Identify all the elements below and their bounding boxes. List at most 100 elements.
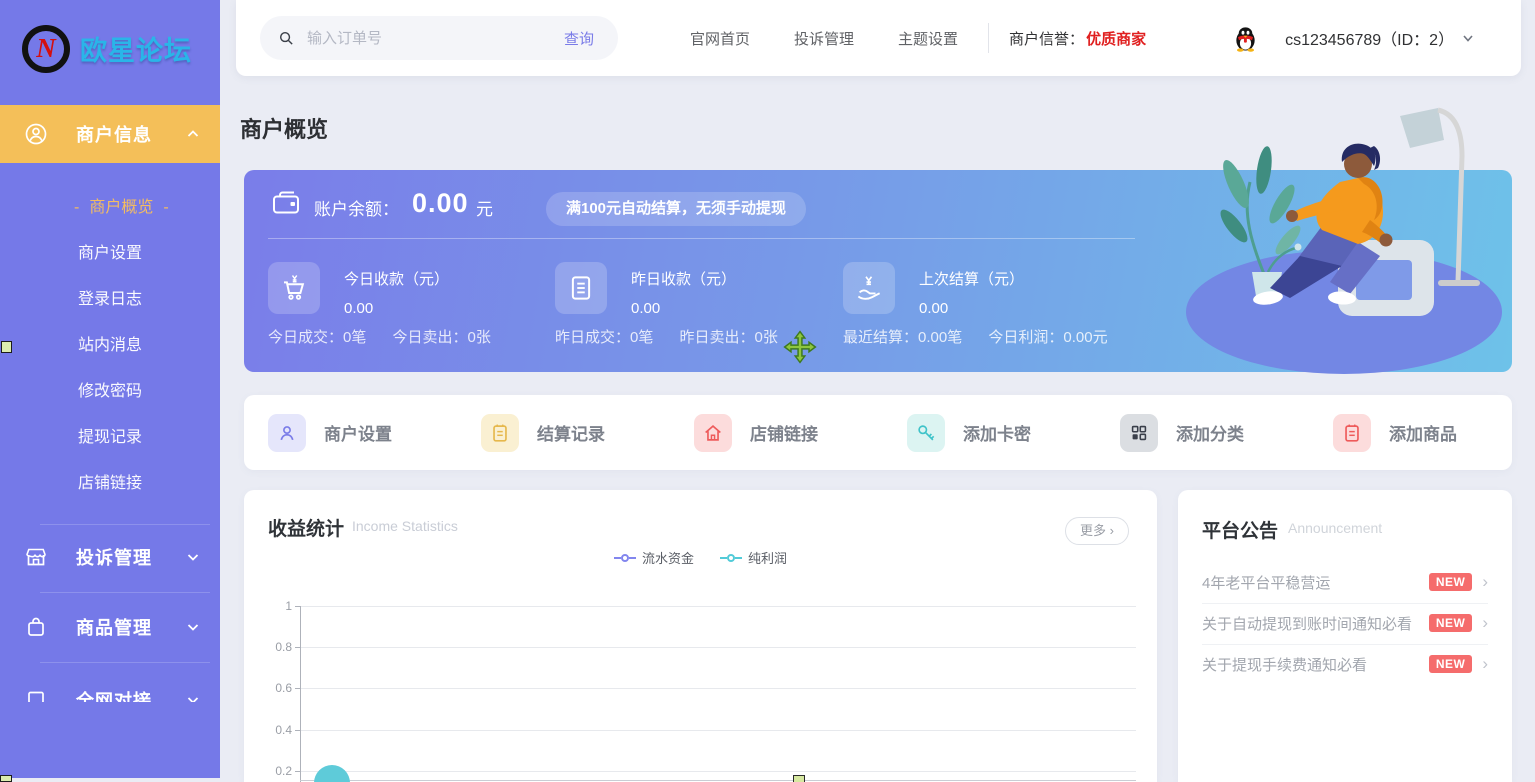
legend-net-profit[interactable]: 纯利润 [720,548,787,567]
announcement-item[interactable]: 关于提现手续费通知必看 NEW › [1202,644,1488,684]
quick-action-add-category[interactable]: 添加分类 [1120,395,1244,470]
y-axis-tick: 1 [244,599,292,613]
sidebar-item-site-messages[interactable]: 站内消息 [0,332,220,360]
sidebar-group-network[interactable]: 全网对接 [0,676,220,702]
sidebar-group-complaints[interactable]: 投诉管理 [0,536,220,578]
sidebar-divider [40,524,210,525]
hero-illustration [1172,104,1512,376]
line-marker-icon [720,554,742,562]
sidebar-item-merchant-settings[interactable]: 商户设置 [0,240,220,268]
quick-action-add-product[interactable]: 添加商品 [1333,395,1457,470]
announcements-title: 平台公告 [1202,516,1278,543]
document-icon [555,262,607,314]
sidebar-item-merchant-overview[interactable]: -商户概览- [0,194,220,222]
user-icon [268,414,306,452]
stat-value: 0.00 [631,300,851,317]
stat-label: 今日收款（元） [344,268,564,289]
chart-title: 收益统计 [268,514,344,541]
sidebar-item-withdraw-records[interactable]: 提现记录 [0,424,220,452]
quick-action-merchant-settings[interactable]: 商户设置 [268,395,392,470]
nav-complaints-link[interactable]: 投诉管理 [794,28,854,49]
sidebar-item-label: 提现记录 [78,429,142,446]
y-axis-tick: 0.6 [244,681,292,695]
sidebar-divider [40,662,210,663]
chevron-up-icon [186,127,200,141]
y-axis-tick: 0.8 [244,640,292,654]
stat-footer-text: 昨日成交：0笔 [555,329,653,346]
app-logo[interactable]: N 欧星论坛 [0,0,220,97]
quick-action-label: 添加卡密 [963,420,1031,445]
quick-actions-card: 商户设置 结算记录 店铺链接 添加卡密 添加分类 [244,395,1512,470]
balance-label: 账户余额： [314,195,399,220]
gridline [300,606,1136,607]
stat-footer-text: 昨日卖出：0张 [680,329,778,346]
stat-value: 0.00 [344,300,564,317]
stat-footer-text: 今日成交：0笔 [268,329,366,346]
stat-footer-yesterday: 昨日成交：0笔 昨日卖出：0张 [555,326,778,347]
income-statistics-card: 收益统计 Income Statistics 更多 › 流水资金 纯利润 1 0… [244,490,1157,782]
data-point-marker [314,765,350,782]
search-button[interactable]: 查询 [564,28,594,49]
sidebar-item-change-password[interactable]: 修改密码 [0,378,220,406]
gridline [300,688,1136,689]
sidebar-item-login-log[interactable]: 登录日志 [0,286,220,314]
new-badge: NEW [1429,614,1473,632]
y-axis [300,606,301,782]
auto-settle-notice: 满100元自动结算，无须手动提现 [546,192,806,226]
nav-home-link[interactable]: 官网首页 [690,28,750,49]
data-point-marker [793,775,805,782]
announcements-card: 平台公告 Announcement 4年老平台平稳营运 NEW › 关于自动提现… [1178,490,1512,782]
stat-footer-settlement: 最近结算：0.00笔 今日利润：0.00元 [843,326,1108,347]
grid-icon [1120,414,1158,452]
new-badge: NEW [1429,655,1473,673]
wallet-icon [272,190,300,216]
sidebar-group-products[interactable]: 商品管理 [0,606,220,648]
reputation-badge: 优质商家 [1086,28,1146,49]
plant-illustration [1216,145,1304,301]
sidebar-item-shop-link[interactable]: 店铺链接 [0,470,220,498]
legend-flow-funds[interactable]: 流水资金 [614,548,694,567]
brand-title: 欧星论坛 [80,29,192,68]
avatar[interactable] [1232,25,1259,52]
chevron-down-icon[interactable] [1462,32,1474,44]
active-marker: - [74,199,79,216]
balance-unit: 元 [476,195,493,220]
sidebar-group-label: 商户信息 [42,121,186,147]
reputation-label: 商户信誉： [1009,28,1084,49]
chevron-down-icon [186,550,200,564]
gridline [300,647,1136,648]
x-axis [300,780,1136,781]
stray-artifact-square [1,341,12,353]
quick-action-label: 商户设置 [324,420,392,445]
stat-footer-text: 今日卖出：0张 [393,329,491,346]
announcement-item[interactable]: 关于自动提现到账时间通知必看 NEW › [1202,603,1488,643]
sidebar-group-merchant-info[interactable]: 商户信息 [0,105,220,163]
quick-action-add-card-key[interactable]: 添加卡密 [907,395,1031,470]
search-input[interactable] [307,30,564,47]
announcement-text: 关于提现手续费通知必看 [1202,654,1421,675]
search-icon [278,30,295,47]
announcement-item[interactable]: 4年老平台平稳营运 NEW › [1202,562,1488,602]
top-bar: 查询 官网首页 投诉管理 主题设置 商户信誉： 优质商家 cs123456789… [236,0,1521,76]
sidebar-group-label: 全网对接 [42,687,186,702]
chevron-right-icon: › [1482,572,1488,592]
clipboard-icon [481,414,519,452]
announcements-subtitle: Announcement [1288,520,1382,536]
line-marker-icon [614,554,636,562]
nav-theme-link[interactable]: 主题设置 [898,28,958,49]
chevron-right-icon: › [1482,613,1488,633]
announcement-text: 4年老平台平稳营运 [1202,572,1421,593]
chart-subtitle: Income Statistics [352,518,458,534]
username[interactable]: cs123456789（ID：2） [1285,26,1454,50]
quick-action-shop-link[interactable]: 店铺链接 [694,395,818,470]
sidebar-item-label: 修改密码 [78,383,142,400]
quick-action-label: 结算记录 [537,420,605,445]
quick-action-label: 添加分类 [1176,420,1244,445]
brand-logo-icon: N [22,25,70,73]
sidebar-item-label: 商户概览 [89,199,153,216]
more-button[interactable]: 更多 › [1065,517,1129,545]
stray-artifact-square [0,775,12,782]
quick-action-settlement-records[interactable]: 结算记录 [481,395,605,470]
sidebar-group-label: 投诉管理 [42,544,186,570]
stat-footer-today: 今日成交：0笔 今日卖出：0张 [268,326,491,347]
